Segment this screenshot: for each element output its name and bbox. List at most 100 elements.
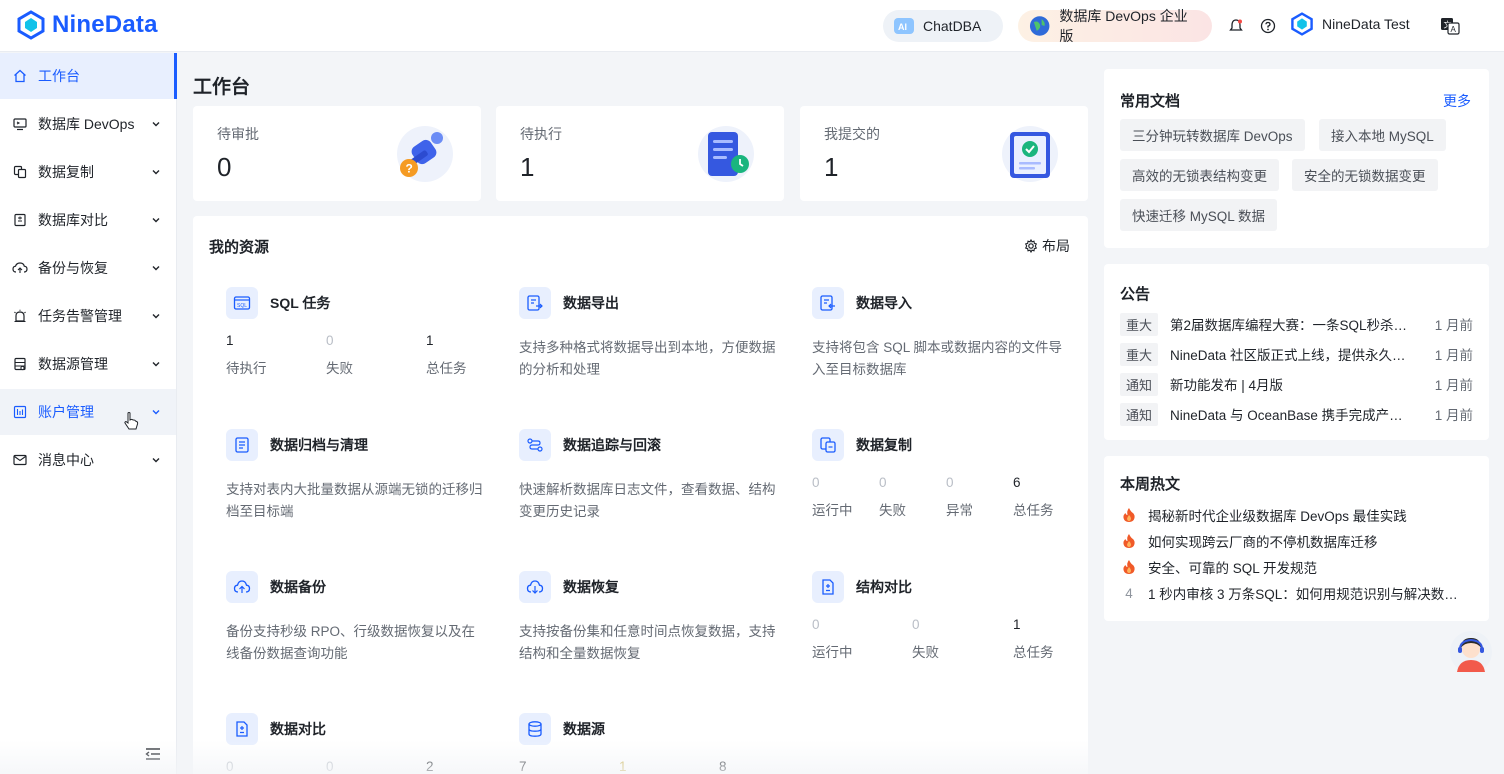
language-switch-icon[interactable]: 文 A xyxy=(1440,16,1460,36)
stat-number: 1 xyxy=(1013,617,1021,632)
resource-data-replication[interactable]: 数据复制 0 运行中 0 失败 0 异常 6 总任务 xyxy=(812,429,1072,521)
sidebar-item-replication[interactable]: 数据复制 xyxy=(0,149,176,195)
support-assistant-icon[interactable] xyxy=(1449,630,1493,674)
account-icon xyxy=(12,404,28,420)
notice-row[interactable]: 通知 新功能发布 | 4月版 1 月前 xyxy=(1120,372,1473,396)
help-icon[interactable] xyxy=(1258,16,1278,36)
stat-number: 7 xyxy=(519,759,527,774)
sidebar-item-workbench[interactable]: 工作台 xyxy=(0,53,177,99)
sidebar-item-db-compare[interactable]: 数据库对比 xyxy=(0,197,176,243)
notice-tag: 通知 xyxy=(1120,372,1159,396)
sidebar-item-label: 消息中心 xyxy=(38,452,94,468)
doc-chip[interactable]: 接入本地 MySQL xyxy=(1319,119,1446,151)
sidebar-item-messages[interactable]: 消息中心 xyxy=(0,437,176,483)
resource-data-compare[interactable]: 数据对比 0 0 2 xyxy=(226,713,486,774)
sidebar-item-label: 任务告警管理 xyxy=(38,308,122,324)
sidebar-item-label: 数据库 DevOps xyxy=(38,116,135,132)
resource-name: 数据恢复 xyxy=(563,579,619,595)
edition-button[interactable]: 数据库 DevOps 企业版 xyxy=(1018,8,1212,44)
hot-article-row[interactable]: 揭秘新时代企业级数据库 DevOps 最佳实践 xyxy=(1120,503,1475,527)
doc-chip[interactable]: 安全的无锁数据变更 xyxy=(1292,159,1438,191)
stat-text: 总任务 xyxy=(1013,645,1054,660)
chevron-down-icon xyxy=(152,170,160,175)
weekly-hot-card: 本周热文 揭秘新时代企业级数据库 DevOps 最佳实践 如何实现跨云厂商的不停… xyxy=(1104,456,1489,621)
sidebar-item-label: 数据源管理 xyxy=(38,356,108,372)
notice-time: 1 月前 xyxy=(1434,348,1473,363)
sidebar-item-label: 账户管理 xyxy=(38,404,94,420)
hot-article-row[interactable]: 如何实现跨云厂商的不停机数据库迁移 xyxy=(1120,529,1475,553)
gear-icon xyxy=(1024,239,1038,253)
notice-row[interactable]: 重大 NineData 社区版正式上线，提供永久… 1 月前 xyxy=(1120,342,1473,366)
resource-data-import[interactable]: 数据导入 支持将包含 SQL 脚本或数据内容的文件导入至目标数据库 xyxy=(812,287,1072,381)
alarm-icon xyxy=(12,308,28,324)
rank-number: 4 xyxy=(1125,585,1133,601)
stat-text: 总任务 xyxy=(1013,503,1054,518)
hand-cursor-icon xyxy=(124,412,139,430)
hot-article-row[interactable]: 4 1 秒内审核 3 万条SQL：如何用规范识别与解决数… xyxy=(1120,581,1475,605)
notice-time: 1 月前 xyxy=(1434,408,1473,423)
fire-icon xyxy=(1120,507,1138,523)
notice-title: 第2届数据库编程大赛：一条SQL秒杀… xyxy=(1170,318,1408,333)
stat-number: 8 xyxy=(719,759,727,774)
resource-datasource[interactable]: 数据源 7 1 8 xyxy=(519,713,779,774)
resource-data-restore[interactable]: 数据恢复 支持按备份集和任意时间点恢复数据，支持结构和全量数据恢复 xyxy=(519,571,779,665)
layout-button[interactable]: 布局 xyxy=(1024,236,1070,256)
resource-name: 数据备份 xyxy=(270,579,326,595)
fire-icon xyxy=(1120,559,1138,575)
resource-trace-rollback[interactable]: 数据追踪与回滚 快速解析数据库日志文件，查看数据、结构变更历史记录 xyxy=(519,429,779,523)
cloud-upload-icon xyxy=(226,571,258,603)
user-name: NineData Test xyxy=(1322,16,1410,32)
stat-text: 失败 xyxy=(912,645,939,660)
notices-card: 公告 重大 第2届数据库编程大赛：一条SQL秒杀… 1 月前 重大 NineDa… xyxy=(1104,264,1489,440)
chevron-down-icon xyxy=(152,362,160,367)
svg-text:A: A xyxy=(1451,25,1457,34)
resource-archive-cleanup[interactable]: 数据归档与清理 支持对表内大批量数据从源端无锁的迁移归档至目标端 xyxy=(226,429,486,523)
hot-article-row[interactable]: 安全、可靠的 SQL 开发规范 xyxy=(1120,555,1475,579)
notice-row[interactable]: 重大 第2届数据库编程大赛：一条SQL秒杀… 1 月前 xyxy=(1120,312,1473,336)
chatdba-label: ChatDBA xyxy=(923,18,982,34)
sidebar-item-alarm[interactable]: 任务告警管理 xyxy=(0,293,176,339)
home-icon xyxy=(12,68,28,84)
import-icon xyxy=(812,287,844,319)
resource-sql-task[interactable]: SQL SQL 任务 1 待执行 0 失败 1 总任务 xyxy=(226,287,486,379)
sidebar-item-datasource[interactable]: 数据源管理 xyxy=(0,341,176,387)
resource-name: 结构对比 xyxy=(856,579,912,595)
notice-row[interactable]: 通知 NineData 与 OceanBase 携手完成产… 1 月前 xyxy=(1120,402,1473,426)
compare-icon xyxy=(12,212,28,228)
chevron-down-icon xyxy=(152,218,160,223)
hot-article-title: 1 秒内审核 3 万条SQL：如何用规范识别与解决数… xyxy=(1148,587,1458,602)
stat-card-my-submitted[interactable]: 我提交的 1 xyxy=(800,106,1088,201)
user-menu[interactable]: NineData Test xyxy=(1290,12,1410,36)
hot-article-title: 安全、可靠的 SQL 开发规范 xyxy=(1148,561,1318,576)
stat-text: 总任务 xyxy=(426,361,467,376)
stat-text: 异常 xyxy=(946,503,973,518)
collapse-sidebar-icon[interactable] xyxy=(145,747,161,761)
stat-card-pending-execution[interactable]: 待执行 1 xyxy=(496,106,784,201)
sidebar-item-backup[interactable]: 备份与恢复 xyxy=(0,245,176,291)
stat-number: 1 xyxy=(619,759,627,774)
page-title: 工作台 xyxy=(193,77,251,98)
resource-data-export[interactable]: 数据导出 支持多种格式将数据导出到本地，方便数据的分析和处理 xyxy=(519,287,779,381)
doc-chip[interactable]: 三分钟玩转数据库 DevOps xyxy=(1120,119,1305,151)
resource-data-backup[interactable]: 数据备份 备份支持秒级 RPO、行级数据恢复以及在线备份数据查询功能 xyxy=(226,571,486,665)
resource-schema-compare[interactable]: 结构对比 0 运行中 0 失败 1 总任务 xyxy=(812,571,1072,663)
stat-value: 1 xyxy=(520,152,535,182)
sidebar-item-devops[interactable]: 数据库 DevOps xyxy=(0,101,176,147)
notice-tag: 通知 xyxy=(1120,402,1159,426)
notice-title: NineData 与 OceanBase 携手完成产… xyxy=(1170,408,1403,423)
notification-bell-icon[interactable] xyxy=(1226,16,1246,36)
doc-chip[interactable]: 高效的无锁表结构变更 xyxy=(1120,159,1279,191)
cloud-download-icon xyxy=(519,571,551,603)
logo[interactable]: NineData xyxy=(16,10,158,40)
more-link[interactable]: 更多 xyxy=(1443,91,1471,111)
notice-tag: 重大 xyxy=(1120,342,1159,366)
stat-text: 失败 xyxy=(326,361,353,376)
layout-label: 布局 xyxy=(1042,238,1070,254)
chatdba-button[interactable]: AI ChatDBA xyxy=(883,10,1003,42)
section-title: 本周热文 xyxy=(1120,476,1181,493)
data-compare-icon xyxy=(226,713,258,745)
sidebar-item-account[interactable]: 账户管理 xyxy=(0,389,176,435)
stat-card-pending-approval[interactable]: 待审批 0 ? xyxy=(193,106,481,201)
doc-chip[interactable]: 快速迁移 MySQL 数据 xyxy=(1120,199,1278,231)
stat-number: 0 xyxy=(326,759,334,774)
